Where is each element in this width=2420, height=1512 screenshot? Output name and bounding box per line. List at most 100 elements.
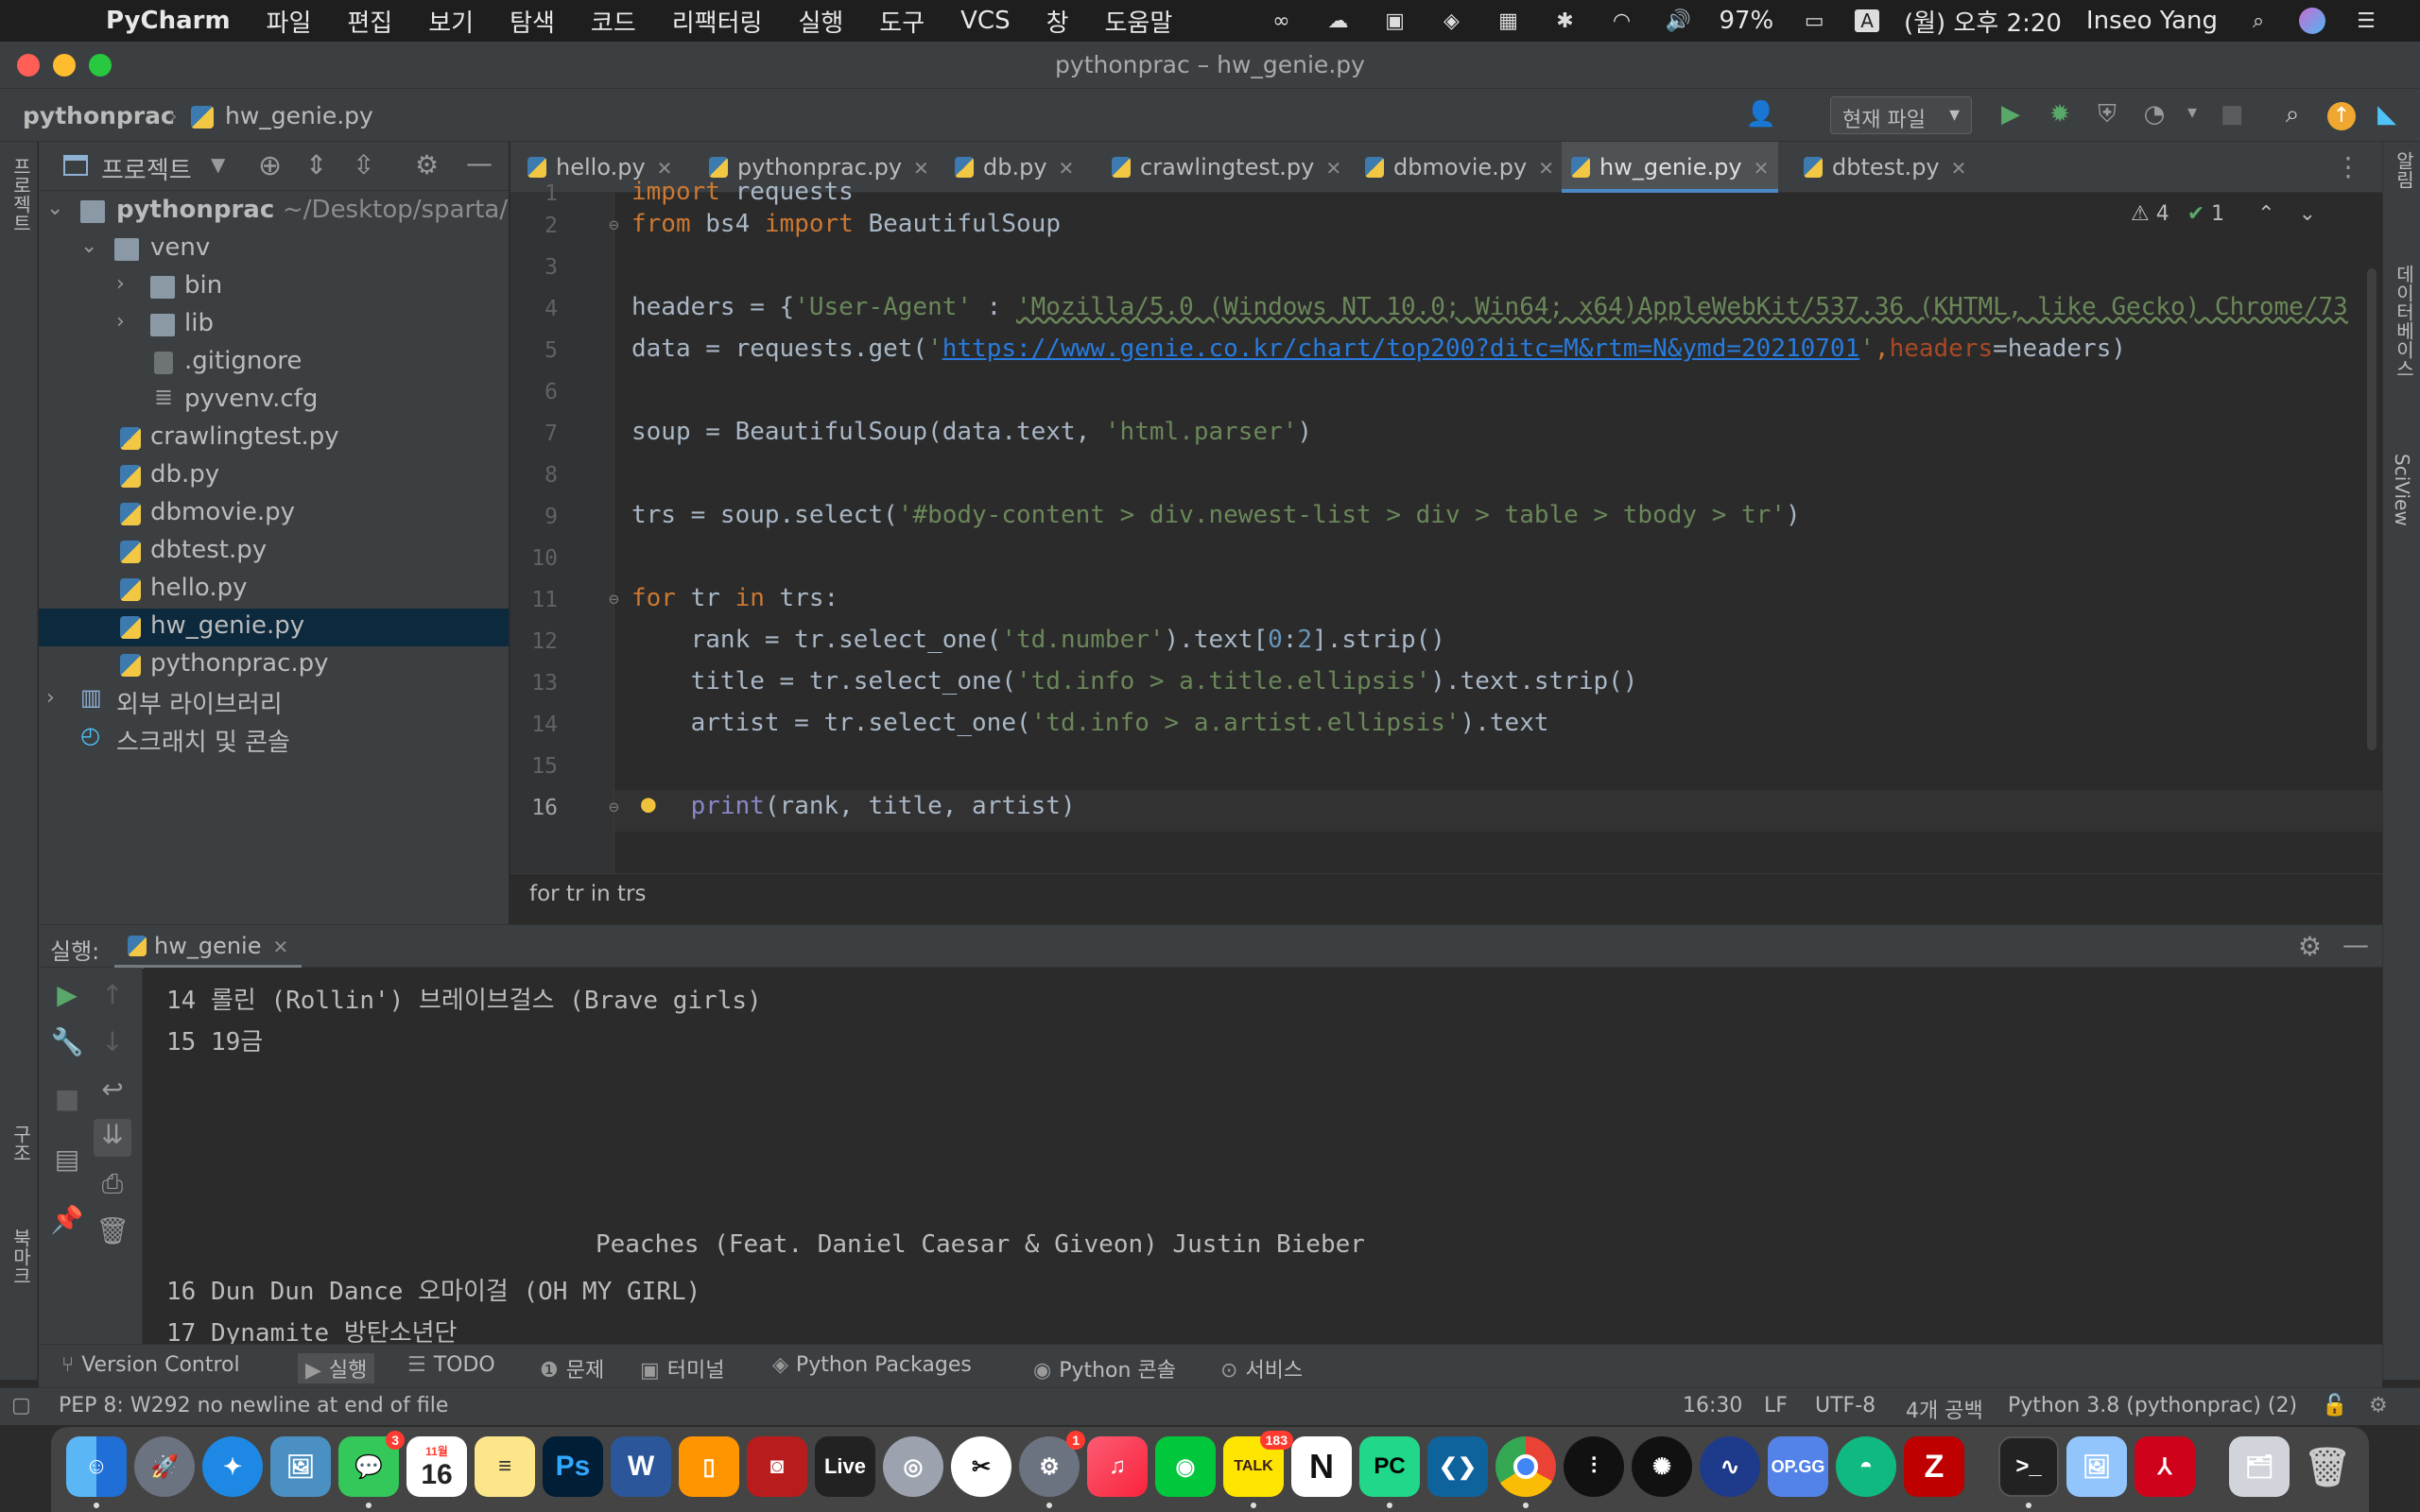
code-with-me-icon[interactable]: ◣ xyxy=(2371,100,2403,132)
tool-window-version-control[interactable]: ⑂ Version Control xyxy=(61,1353,240,1377)
chevron-right-icon[interactable]: › xyxy=(46,686,55,710)
dock-photos-folder[interactable]: 🗂 xyxy=(2229,1436,2290,1497)
dock-finder[interactable]: ☺ xyxy=(66,1436,127,1497)
tool-window-todo[interactable]: ☰ TODO xyxy=(407,1353,495,1377)
hide-panel-icon[interactable]: — xyxy=(466,147,493,179)
menu-run[interactable]: 실행 xyxy=(798,4,843,39)
menu-refactor[interactable]: 리팩터링 xyxy=(672,4,763,39)
dock-trash[interactable]: 🗑 xyxy=(2297,1436,2358,1497)
run-config-tab[interactable]: hw_genie ✕ xyxy=(114,925,302,969)
dock-notes[interactable]: ≡ xyxy=(475,1436,535,1497)
dock-whale[interactable]: ◉ xyxy=(1155,1436,1216,1497)
tree-item-external-libraries[interactable]: › ▥ 외부 라이브러리 xyxy=(39,682,509,720)
menu-code[interactable]: 코드 xyxy=(591,4,636,39)
sciview-tool-button[interactable]: SciView xyxy=(2391,454,2413,526)
nav-breadcrumb-project[interactable]: pythonprac xyxy=(23,102,175,129)
tool-window-problems[interactable]: ❶ 문제 xyxy=(540,1353,604,1383)
layout-icon[interactable]: ▤ xyxy=(48,1143,86,1181)
dock-terminal[interactable]: >_ xyxy=(1998,1436,2059,1497)
next-highlight-icon[interactable]: ⌄ xyxy=(2299,202,2316,226)
trash-icon[interactable]: 🗑 xyxy=(94,1215,131,1253)
chevron-right-icon[interactable]: › xyxy=(116,310,125,334)
dock-books[interactable]: ▯ xyxy=(679,1436,739,1497)
fold-marker-icon[interactable]: ⊖ xyxy=(609,215,619,235)
menu-edit[interactable]: 편집 xyxy=(347,4,392,39)
run-icon[interactable]: ▶ xyxy=(1995,100,2027,132)
gear-icon[interactable]: ⚙ xyxy=(415,149,439,180)
tool-window-services[interactable]: ⊙ 서비스 xyxy=(1220,1353,1303,1383)
run-configuration-select[interactable]: 현재 파일 ▾ xyxy=(1830,96,1972,134)
dock-music[interactable]: ♫ xyxy=(1087,1436,1148,1497)
tree-item-pythonprac[interactable]: pythonprac.py xyxy=(39,646,509,684)
structure-tool-button[interactable]: 구조 xyxy=(8,1125,35,1162)
database-tool-button[interactable]: 데이터베이스 xyxy=(2391,265,2418,378)
tab-crawlingtest[interactable]: crawlingtest.py ✕ xyxy=(1112,142,1341,193)
dock-vscode[interactable]: ❮❯ xyxy=(1427,1436,1488,1497)
collapse-all-icon[interactable]: ⇳ xyxy=(353,149,374,180)
close-tab-icon[interactable]: ✕ xyxy=(1951,157,1967,180)
run-console-output[interactable]: 14 롤린 (Rollin') 브레이브걸스 (Brave girls) 15 … xyxy=(144,968,2382,1344)
scroll-down-icon[interactable]: ↓ xyxy=(94,1026,131,1064)
bookmarks-tool-button[interactable]: 북마크 xyxy=(8,1228,35,1285)
battery-icon[interactable]: ▭ xyxy=(1798,9,1830,33)
menu-help[interactable]: 도움말 xyxy=(1105,4,1173,39)
dock-chrome[interactable] xyxy=(1495,1436,1556,1497)
search-everywhere-icon[interactable]: ⌕ xyxy=(2276,100,2308,132)
menu-vcs[interactable]: VCS xyxy=(960,7,1010,35)
chevron-down-icon[interactable]: ▼ xyxy=(211,153,225,176)
pin-icon[interactable]: 📌 xyxy=(48,1204,86,1242)
dock-messages[interactable]: 💬 3 xyxy=(338,1431,405,1497)
tab-dbtest[interactable]: dbtest.py ✕ xyxy=(1804,142,1966,193)
more-tabs-icon[interactable]: ⋮ xyxy=(2335,151,2361,182)
dock-calendar[interactable]: 11월 16 xyxy=(406,1436,467,1497)
dock-preview[interactable]: 🖼 xyxy=(270,1436,331,1497)
tree-root-pythonprac[interactable]: ⌄ pythonprac ~/Desktop/sparta/ xyxy=(39,193,509,231)
network-app-icon[interactable]: ◈ xyxy=(1435,9,1467,33)
volume-icon[interactable]: 🔊 xyxy=(1662,9,1694,33)
tree-item-venv[interactable]: ⌄ venv xyxy=(39,231,509,268)
wifi-icon[interactable]: ◠ xyxy=(1605,9,1637,33)
dock-ableton-live[interactable]: Live xyxy=(815,1436,875,1497)
inspector-icon[interactable]: ⚙ xyxy=(2369,1394,2388,1418)
inspection-widget[interactable]: ⚠ 4 ✔ 1 ⌃ ⌄ xyxy=(2131,202,2316,226)
menubar-clock[interactable]: (월) 오후 2:20 xyxy=(1904,4,2062,39)
editor-breadcrumb[interactable]: for tr in trs xyxy=(529,882,646,906)
account-icon[interactable]: 👤 xyxy=(1745,100,1777,132)
more-run-options-icon[interactable]: ▾ xyxy=(2176,100,2208,132)
dock-naver-whale[interactable]: ◓ xyxy=(1836,1436,1896,1497)
stop-icon[interactable]: ■ xyxy=(2216,100,2248,132)
wrench-icon[interactable]: 🔧 xyxy=(48,1026,86,1064)
dock-kakaotalk[interactable]: TALK 183 xyxy=(1223,1431,1293,1497)
tree-item-pyvenv-cfg[interactable]: ≣ pyvenv.cfg xyxy=(39,382,509,420)
bluetooth-icon[interactable]: ✱ xyxy=(1548,9,1581,33)
dock-preview-2[interactable]: 🖼 xyxy=(2066,1436,2127,1497)
debug-icon[interactable]: ✹ xyxy=(2044,100,2076,132)
dock-logic[interactable]: ⫶ xyxy=(1564,1436,1624,1497)
scroll-to-end-icon[interactable]: ⇊ xyxy=(94,1119,131,1157)
tree-item-bin[interactable]: › bin xyxy=(39,268,509,306)
url-link[interactable]: https://www.genie.co.kr/chart/top200?dit… xyxy=(942,335,1860,363)
close-tab-icon[interactable]: ✕ xyxy=(272,936,288,958)
control-center-icon[interactable]: ☰ xyxy=(2350,9,2382,33)
hide-panel-icon[interactable]: — xyxy=(2342,929,2369,960)
scroll-up-icon[interactable]: ↑ xyxy=(94,979,131,1017)
close-tab-icon[interactable]: ✕ xyxy=(913,157,929,180)
tree-item-crawlingtest[interactable]: crawlingtest.py xyxy=(39,420,509,457)
tool-window-terminal[interactable]: ▣ 터미널 xyxy=(640,1353,725,1383)
tree-item-db[interactable]: db.py xyxy=(39,457,509,495)
dock-notion[interactable]: N xyxy=(1291,1436,1352,1497)
stop-icon[interactable]: ■ xyxy=(48,1083,86,1121)
menu-tools[interactable]: 도구 xyxy=(879,4,925,39)
project-tool-button[interactable]: 프로젝트 xyxy=(8,157,35,232)
tree-item-hw-genie[interactable]: hw_genie.py xyxy=(39,609,509,646)
dock-astro[interactable]: ✺ xyxy=(1632,1436,1692,1497)
tool-window-run[interactable]: ▶ 실행 xyxy=(298,1353,375,1383)
toggle-tool-windows-icon[interactable]: ▢ xyxy=(11,1394,31,1418)
tool-window-python-console[interactable]: ◉ Python 콘솔 xyxy=(1033,1353,1176,1383)
rerun-icon[interactable]: ▶ xyxy=(48,979,86,1017)
line-separator[interactable]: LF xyxy=(1764,1394,1788,1418)
notifications-tool-button[interactable]: 알림 xyxy=(2391,151,2418,189)
app-menu-pycharm[interactable]: PyCharm xyxy=(106,7,231,35)
istat-icon[interactable]: ▣ xyxy=(1378,9,1410,33)
tree-item-dbtest[interactable]: dbtest.py xyxy=(39,533,509,571)
